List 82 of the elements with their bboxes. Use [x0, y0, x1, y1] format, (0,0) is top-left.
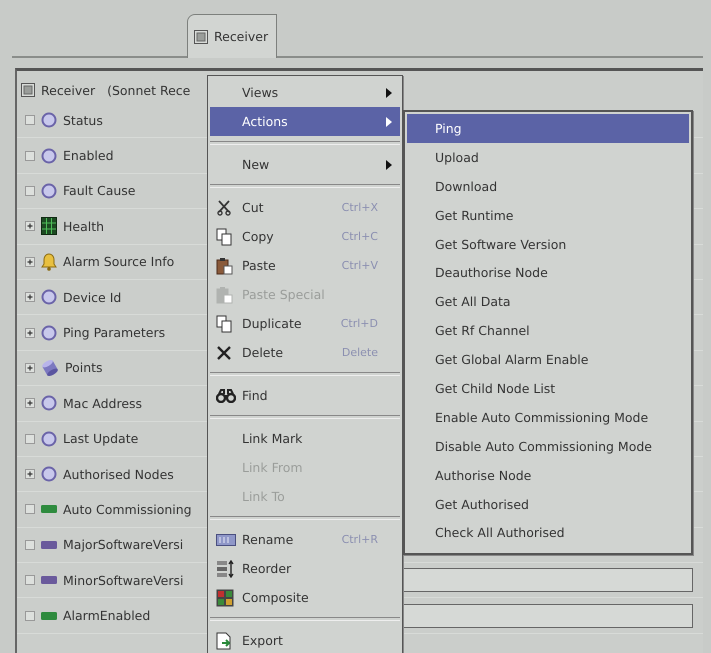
menu-item[interactable]: Download [407, 172, 689, 201]
menu-item[interactable]: Reorder [210, 554, 400, 583]
expander-icon[interactable] [25, 292, 35, 302]
expander-icon[interactable] [25, 362, 35, 373]
composite-icon [216, 588, 234, 606]
menu-item[interactable]: Delete Delete [210, 338, 400, 367]
copy-icon [216, 314, 233, 332]
expander-icon[interactable] [25, 221, 35, 232]
menu-item[interactable]: Ping [407, 114, 689, 143]
tree-item-label[interactable]: Fault Cause [63, 183, 136, 198]
circle-icon [41, 395, 57, 412]
submenu-arrow-icon [386, 116, 392, 126]
node-icon [21, 83, 35, 97]
menu-item[interactable]: Get Global Alarm Enable [407, 345, 689, 374]
circle-icon [41, 289, 57, 306]
circle-icon [41, 466, 57, 482]
menu-item[interactable]: Upload [407, 142, 689, 172]
menu-item[interactable]: Export [210, 626, 400, 653]
menu-item[interactable]: Authorise Node [407, 460, 689, 490]
menu-item[interactable]: Get All Data [407, 287, 689, 316]
clipboard-icon [216, 256, 233, 274]
menu-item[interactable]: Views [210, 78, 400, 107]
circle-icon [41, 324, 57, 341]
expander-icon[interactable] [25, 328, 35, 338]
submenu-arrow-icon [386, 88, 392, 98]
scissors-icon [216, 200, 232, 216]
bell-icon [41, 252, 57, 271]
rename-icon [216, 532, 236, 548]
tree-item-label[interactable]: Mac Address [63, 396, 142, 411]
menu-item[interactable]: Get Software Version [407, 230, 689, 258]
tree-item-label[interactable]: Enabled [63, 148, 114, 164]
menu-item[interactable]: Composite [210, 583, 400, 612]
menu-item[interactable]: Find [210, 381, 400, 410]
tree-item-label[interactable]: MinorSoftwareVersi [63, 572, 184, 588]
value-field[interactable] [403, 568, 693, 592]
circle-icon [41, 148, 57, 164]
clipboard-icon [216, 286, 233, 304]
grid-icon [41, 217, 57, 236]
binoculars-icon [216, 388, 236, 402]
menu-item[interactable]: Deauthorise Node [407, 258, 689, 288]
menu-item[interactable]: Duplicate Ctrl+D [210, 309, 400, 338]
menu-item[interactable]: Check All Authorised [407, 518, 689, 548]
menu-item[interactable]: Link Mark [210, 424, 400, 453]
expander-icon[interactable] [25, 398, 35, 408]
tree-item-label[interactable]: Device Id [63, 290, 122, 305]
menu-item[interactable]: Copy Ctrl+C [210, 222, 400, 251]
menu-item[interactable]: Get Child Node List [407, 374, 689, 403]
tree-item-label[interactable]: Last Update [63, 431, 138, 446]
menu-item[interactable]: Rename Ctrl+R [210, 525, 400, 554]
tree-item-label[interactable]: Auto Commissioning [63, 502, 192, 517]
menu-item[interactable]: Get Runtime [407, 200, 689, 230]
menu-item[interactable]: Disable Auto Commissioning Mode [407, 432, 689, 461]
menu-item[interactable]: Get Authorised [407, 490, 689, 518]
delete-icon [216, 344, 232, 360]
tree-item-label[interactable]: Alarm Source Info [63, 254, 174, 270]
menu-item[interactable]: Get Rf Channel [407, 316, 689, 346]
menu-item[interactable]: Actions [210, 107, 400, 136]
tree-item-label[interactable]: AlarmEnabled [63, 608, 150, 624]
tree-root-detail: (Sonnet Rece [107, 82, 190, 98]
copy-icon [216, 228, 233, 246]
circle-icon [41, 182, 57, 199]
node-icon [194, 30, 208, 44]
menu-item[interactable]: Paste Ctrl+V [210, 251, 400, 280]
expander-icon[interactable] [25, 469, 35, 480]
circle-icon [41, 112, 57, 128]
menu-item[interactable]: Enable Auto Commissioning Mode [407, 402, 689, 432]
circle-icon [41, 430, 57, 447]
tree-root-label[interactable]: Receiver [41, 82, 96, 98]
tree-item-label[interactable]: Status [63, 112, 103, 128]
reorder-icon [216, 560, 234, 578]
menu-item[interactable]: Cut Ctrl+X [210, 193, 400, 222]
submenu-arrow-icon [386, 160, 392, 170]
tree-item-label[interactable]: MajorSoftwareVersi [63, 537, 184, 552]
value-field[interactable] [403, 604, 693, 628]
tree-item-label[interactable]: Health [63, 218, 104, 234]
tree-item-label[interactable]: Authorised Nodes [63, 466, 174, 482]
expander-icon[interactable] [25, 256, 35, 267]
tree-item-label[interactable]: Ping Parameters [63, 325, 166, 340]
tree-item-label[interactable]: Points [65, 360, 103, 376]
export-icon [216, 632, 232, 650]
menu-item[interactable]: New [210, 150, 400, 179]
tab[interactable]: Receiver [187, 14, 278, 58]
